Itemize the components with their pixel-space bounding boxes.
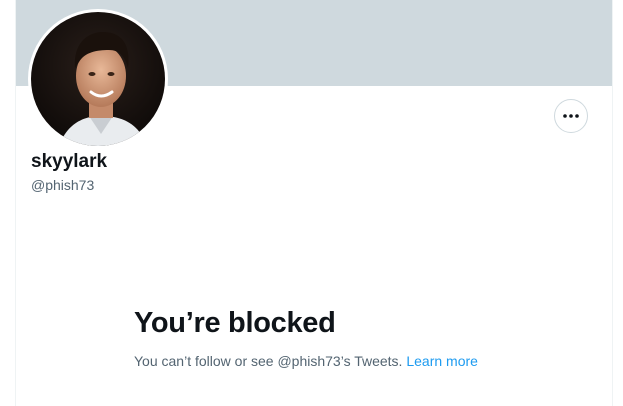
more-dots-icon	[563, 114, 579, 118]
blocked-title: You’re blocked	[134, 307, 336, 339]
more-button[interactable]	[554, 99, 588, 133]
learn-more-link[interactable]: Learn more	[406, 353, 478, 369]
display-name: skyylark	[31, 151, 108, 172]
profile-page: skyylark @phish73 You’re blocked You can…	[0, 0, 623, 406]
profile-photo-icon	[31, 12, 165, 146]
avatar[interactable]	[28, 9, 168, 149]
profile-handle: @phish73	[31, 177, 95, 193]
blocked-message-text: You can’t follow or see @phish73’s Tweet…	[134, 353, 403, 369]
blocked-message: You can’t follow or see @phish73’s Tweet…	[134, 351, 479, 371]
profile-column: skyylark @phish73 You’re blocked You can…	[15, 0, 613, 406]
